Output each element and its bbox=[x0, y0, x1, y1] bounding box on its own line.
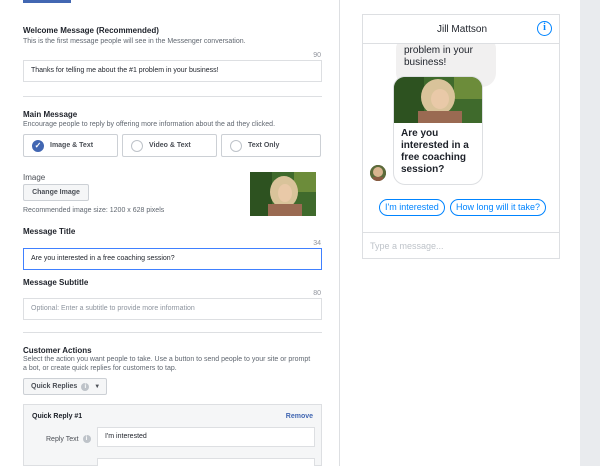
main-message-title: Main Message bbox=[23, 110, 78, 119]
quick-reply-chip[interactable]: I'm interested bbox=[379, 199, 445, 216]
change-image-button[interactable]: Change Image bbox=[23, 184, 89, 201]
messenger-preview: problem in your business! Jill Mattson i… bbox=[362, 14, 560, 259]
image-title: Image bbox=[23, 173, 46, 182]
radio-empty-icon bbox=[230, 139, 242, 152]
card-title: Are you interested in a free coaching se… bbox=[401, 128, 469, 175]
conversation-header: Jill Mattson bbox=[363, 15, 559, 44]
section-divider bbox=[23, 96, 322, 97]
compose-input[interactable]: Type a message... bbox=[363, 232, 559, 258]
quick-replies-dropdown[interactable]: Quick Replies i ▼ bbox=[23, 378, 107, 395]
option-label: Text Only bbox=[248, 142, 280, 149]
welcome-char-counter: 90 bbox=[313, 52, 321, 59]
remove-quick-reply-link[interactable]: Remove bbox=[286, 413, 313, 420]
contact-name: Jill Mattson bbox=[436, 24, 487, 35]
quick-reply-chip[interactable]: How long will it take? bbox=[450, 199, 547, 216]
option-image-text[interactable]: ✓ Image & Text bbox=[23, 134, 118, 157]
ad-editor-panel: Welcome Message (Recommended) This is th… bbox=[0, 0, 340, 466]
reply-text-label-text: Reply Text bbox=[46, 435, 79, 443]
dropdown-label: Quick Replies bbox=[31, 383, 78, 390]
main-message-desc: Encourage people to reply by offering mo… bbox=[23, 121, 276, 128]
quick-reply-panel: Quick Reply #1 Remove Reply Text i I'm i… bbox=[23, 404, 322, 466]
info-icon: i bbox=[82, 435, 91, 443]
page-gutter bbox=[580, 0, 600, 466]
reply-text-label: Reply Text i bbox=[46, 435, 91, 443]
avatar bbox=[370, 165, 386, 181]
welcome-message-desc: This is the first message people will se… bbox=[23, 38, 246, 45]
checkmark-icon: ✓ bbox=[32, 139, 44, 152]
option-video-text[interactable]: Video & Text bbox=[122, 134, 217, 157]
message-subtitle-input[interactable]: Optional: Enter a subtitle to provide mo… bbox=[23, 298, 322, 320]
customer-actions-desc: Select the action you want people to tak… bbox=[23, 356, 311, 372]
title-char-counter: 34 bbox=[313, 240, 321, 247]
ad-image-thumbnail bbox=[250, 172, 316, 216]
section-divider bbox=[23, 332, 322, 333]
chevron-down-icon: ▼ bbox=[94, 383, 101, 390]
welcome-message-title: Welcome Message (Recommended) bbox=[23, 26, 159, 35]
message-title-input[interactable]: Are you interested in a free coaching se… bbox=[23, 248, 322, 270]
welcome-message-input[interactable]: Thanks for telling me about the #1 probl… bbox=[23, 60, 322, 82]
reply-payload-input[interactable] bbox=[97, 458, 315, 466]
quick-reply-title: Quick Reply #1 bbox=[32, 413, 83, 420]
reply-text-input[interactable]: I'm interested bbox=[97, 427, 315, 447]
info-icon: i bbox=[81, 382, 90, 391]
card-image bbox=[394, 77, 482, 123]
customer-actions-title: Customer Actions bbox=[23, 346, 92, 355]
radio-empty-icon bbox=[131, 139, 143, 152]
active-tab-indicator bbox=[23, 0, 71, 3]
option-label: Video & Text bbox=[149, 142, 191, 149]
subtitle-char-counter: 80 bbox=[313, 290, 321, 297]
option-text-only[interactable]: Text Only bbox=[221, 134, 321, 157]
message-title-label: Message Title bbox=[23, 227, 76, 236]
info-icon[interactable]: i bbox=[537, 21, 552, 36]
message-card[interactable]: Are you interested in a free coaching se… bbox=[393, 76, 483, 185]
message-subtitle-label: Message Subtitle bbox=[23, 278, 89, 287]
option-label: Image & Text bbox=[50, 142, 94, 149]
